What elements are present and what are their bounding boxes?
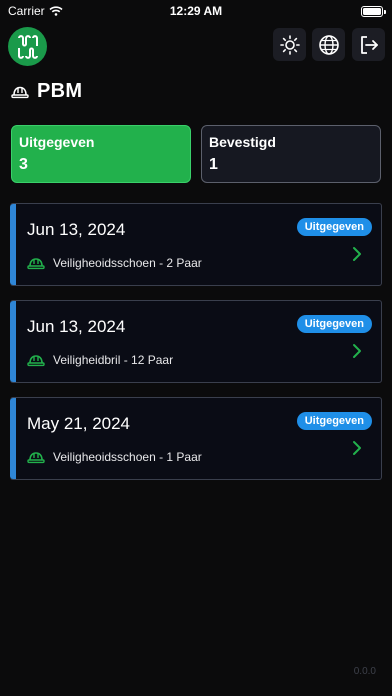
item-description: Veiligheoidsschoen - 1 Paar [27,450,202,464]
status-badge: Uitgegeven [296,218,372,236]
page-header: PBM [11,80,82,103]
status-bar: Carrier 12:29 AM [0,0,392,22]
item-date: May 21, 2024 [27,414,131,433]
item-description-text: Veiligheoidsschoen - 2 Paar [53,256,202,270]
item-date: Jun 13, 2024 [27,317,126,336]
list-item[interactable]: May 21, 2024 Uitgegeven Veiligheoidsscho… [10,397,382,480]
item-description-text: Veiligheoidsschoen - 1 Paar [53,450,202,464]
issued-label: Uitgegeven [19,134,95,150]
status-stripe [10,301,16,382]
app-logo [8,27,47,66]
hard-hat-icon [11,86,29,98]
item-description-text: Veiligheidbril - 12 Paar [53,353,174,367]
logout-icon [360,35,378,54]
carrier-label: Carrier [8,4,45,18]
status-badge: Uitgegeven [296,412,372,430]
globe-icon [318,34,339,55]
list-item[interactable]: Jun 13, 2024 Uitgegeven Veiligheoidsscho… [10,203,382,286]
logout-button[interactable] [352,28,385,61]
issued-stat-card[interactable]: Uitgegeven 3 [11,125,191,183]
list-item[interactable]: Jun 13, 2024 Uitgegeven Veiligheidbril -… [10,300,382,383]
status-badge: Uitgegeven [296,315,372,333]
chevron-right-icon [353,247,361,261]
app-version: 0.0.0 [353,666,376,677]
confirmed-stat-card[interactable]: Bevestigd 1 [201,125,381,183]
confirmed-label: Bevestigd [209,134,276,150]
battery-icon [361,5,386,17]
status-stripe [10,398,16,479]
wifi-icon [49,6,63,16]
confirmed-count: 1 [209,156,218,173]
chevron-right-icon [353,344,361,358]
item-description: Veiligheoidsschoen - 2 Paar [27,256,202,270]
status-stripe [10,204,16,285]
sun-icon [279,34,300,55]
hard-hat-icon [27,354,45,366]
hard-hat-icon [27,257,45,269]
theme-toggle-button[interactable] [273,28,306,61]
page-title: PBM [37,80,83,102]
item-date: Jun 13, 2024 [27,220,126,239]
language-button[interactable] [312,28,345,61]
ppe-logo-icon [17,34,38,59]
item-description: Veiligheidbril - 12 Paar [27,353,173,367]
chevron-right-icon [353,441,361,455]
issued-count: 3 [19,156,28,173]
hard-hat-icon [27,451,45,463]
